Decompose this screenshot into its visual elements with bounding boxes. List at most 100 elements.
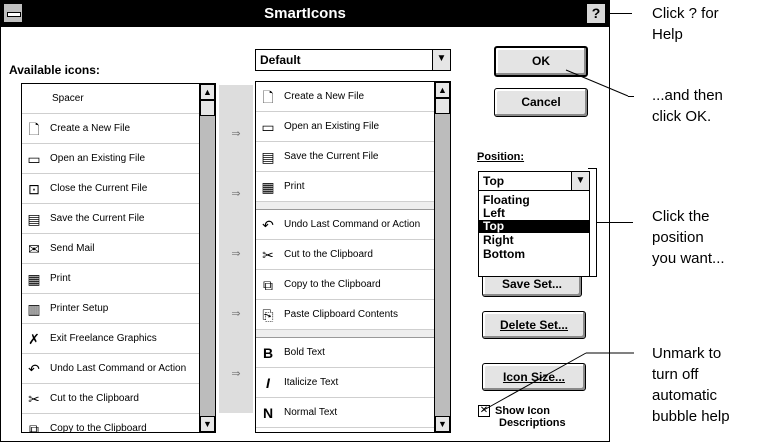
list-separator bbox=[256, 202, 450, 210]
delete-set-button[interactable]: Delete Set... bbox=[482, 311, 586, 339]
list-item[interactable]: I Italicize Text bbox=[256, 368, 450, 398]
scroll-thumb[interactable] bbox=[435, 98, 450, 114]
printer-icon: ▦ bbox=[27, 271, 41, 287]
scissors-icon: ✂ bbox=[28, 391, 40, 407]
annotation-help-line1: Click ? for bbox=[652, 5, 719, 22]
list-item-label: Spacer bbox=[52, 93, 84, 104]
drag-arrows-column: ⇒ ⇒ ⇒ ⇒ ⇒ bbox=[219, 85, 253, 413]
list-item-label: Print bbox=[50, 273, 71, 284]
new-file-icon: 🗋 bbox=[262, 89, 274, 105]
list-item-label: Exit Freelance Graphics bbox=[50, 333, 157, 344]
list-item-label: Create a New File bbox=[284, 91, 365, 102]
icon-set-dropdown[interactable]: Default ▼ bbox=[255, 49, 451, 71]
list-item[interactable]: Spacer bbox=[22, 84, 215, 114]
list-item[interactable]: ✗ Exit Freelance Graphics bbox=[22, 324, 215, 354]
annotation-help-line2: Help bbox=[652, 26, 683, 43]
position-option-bottom[interactable]: Bottom bbox=[483, 248, 583, 261]
list-item[interactable]: N Normal Text bbox=[256, 398, 450, 428]
arrow-right-icon: ⇒ bbox=[231, 188, 241, 200]
available-icons-list[interactable]: Spacer 🗋 Create a New File ▭ Open an Exi… bbox=[21, 83, 216, 433]
annotation-help: Click ? for Help bbox=[652, 3, 719, 45]
list-item[interactable]: ✂ Cut to the Clipboard bbox=[256, 240, 450, 270]
scroll-up-arrow-icon[interactable]: ▲ bbox=[435, 82, 450, 98]
callout-line-position bbox=[597, 222, 633, 223]
scroll-down-arrow-icon[interactable]: ▼ bbox=[200, 416, 215, 432]
list-item-label: Bold Text bbox=[284, 347, 325, 358]
list-separator bbox=[256, 330, 450, 338]
mail-icon: ✉ bbox=[28, 241, 40, 257]
current-set-scrollbar[interactable]: ▲ ▼ bbox=[434, 82, 450, 432]
list-item[interactable]: ✉ Send Mail bbox=[22, 234, 215, 264]
list-item-label: Copy to the Clipboard bbox=[284, 279, 381, 290]
available-icons-label: Available icons: bbox=[9, 63, 100, 77]
available-scrollbar[interactable]: ▲ ▼ bbox=[199, 84, 215, 432]
annotation-position-line2: position bbox=[652, 229, 704, 246]
list-item-label: Open an Existing File bbox=[284, 121, 380, 132]
list-item[interactable]: ▤ Save the Current File bbox=[22, 204, 215, 234]
position-dropdown[interactable]: Top ▼ bbox=[478, 171, 590, 191]
paste-icon: ⎘ bbox=[262, 307, 274, 323]
list-item-label: Printer Setup bbox=[50, 303, 109, 314]
printer-setup-icon: ▥ bbox=[27, 301, 41, 317]
list-item-label: Close the Current File bbox=[50, 183, 148, 194]
list-item[interactable]: ▭ Open an Existing File bbox=[22, 144, 215, 174]
list-item[interactable]: B Bold Text bbox=[256, 338, 450, 368]
chevron-down-icon[interactable]: ▼ bbox=[432, 50, 450, 70]
scissors-icon: ✂ bbox=[262, 247, 274, 263]
copy-icon: ⧉ bbox=[263, 277, 273, 293]
list-item[interactable]: ▭ Open an Existing File bbox=[256, 112, 450, 142]
list-item[interactable]: ▦ Print bbox=[22, 264, 215, 294]
callout-line-unmark bbox=[481, 352, 634, 412]
arrow-right-icon: ⇒ bbox=[231, 248, 241, 260]
save-icon: ▤ bbox=[27, 211, 41, 227]
annotation-unmark-line4: bubble help bbox=[652, 408, 730, 425]
list-item-label: Cut to the Clipboard bbox=[284, 249, 373, 260]
annotation-ok: ...and then click OK. bbox=[652, 85, 723, 127]
list-item-label: Undo Last Command or Action bbox=[50, 363, 187, 374]
title-bar: SmartIcons ? bbox=[1, 1, 609, 27]
position-options-list[interactable]: Floating Left Top Right Bottom bbox=[478, 190, 590, 277]
undo-icon: ↶ bbox=[262, 217, 274, 233]
list-item-label: Save the Current File bbox=[284, 151, 379, 162]
list-item[interactable]: ↶ Undo Last Command or Action bbox=[256, 210, 450, 240]
window-title: SmartIcons bbox=[264, 5, 346, 22]
chevron-down-icon[interactable]: ▼ bbox=[571, 172, 589, 190]
annotation-unmark: Unmark to turn off automatic bubble help bbox=[652, 343, 730, 427]
position-bracket-top bbox=[588, 168, 597, 169]
list-item-label: Cut to the Clipboard bbox=[50, 393, 139, 404]
scroll-thumb[interactable] bbox=[200, 100, 215, 116]
list-item[interactable]: ▥ Printer Setup bbox=[22, 294, 215, 324]
list-item[interactable]: ↶ Undo Last Command or Action bbox=[22, 354, 215, 384]
list-item[interactable]: ⎘ Paste Clipboard Contents bbox=[256, 300, 450, 330]
annotation-unmark-line3: automatic bbox=[652, 387, 718, 404]
callout-line-ok-diagonal bbox=[565, 69, 629, 97]
position-option-right[interactable]: Right bbox=[483, 234, 583, 247]
annotation-ok-line1: ...and then bbox=[652, 87, 723, 104]
open-folder-icon: ▭ bbox=[261, 119, 275, 135]
exit-icon: ✗ bbox=[28, 331, 40, 347]
list-item[interactable]: ▦ Print bbox=[256, 172, 450, 202]
close-file-icon: ⊡ bbox=[28, 181, 40, 197]
list-item[interactable]: ✂ Cut to the Clipboard bbox=[22, 384, 215, 414]
annotation-unmark-line2: turn off bbox=[652, 366, 699, 383]
help-button[interactable]: ? bbox=[586, 3, 606, 24]
new-file-icon: 🗋 bbox=[28, 121, 40, 137]
list-item[interactable]: 🗋 Create a New File bbox=[22, 114, 215, 144]
annotation-position-line3: you want... bbox=[652, 250, 725, 267]
list-item[interactable]: ⧉ Copy to the Clipboard bbox=[256, 270, 450, 300]
list-item[interactable]: 🗋 Create a New File bbox=[256, 82, 450, 112]
list-item-label: Undo Last Command or Action bbox=[284, 219, 421, 230]
undo-icon: ↶ bbox=[28, 361, 40, 377]
icon-set-value: Default bbox=[260, 53, 301, 67]
position-option-top[interactable]: Top bbox=[479, 220, 589, 233]
scroll-up-arrow-icon[interactable]: ▲ bbox=[200, 84, 215, 100]
list-item[interactable]: ⧉ Copy to the Clipboard bbox=[22, 414, 215, 433]
arrow-right-icon: ⇒ bbox=[231, 368, 241, 380]
current-set-list[interactable]: 🗋 Create a New File ▭ Open an Existing F… bbox=[255, 81, 451, 433]
list-item[interactable]: ⊡ Close the Current File bbox=[22, 174, 215, 204]
scroll-down-arrow-icon[interactable]: ▼ bbox=[435, 416, 450, 432]
list-item[interactable]: ▤ Save the Current File bbox=[256, 142, 450, 172]
list-item-label: Italicize Text bbox=[284, 377, 339, 388]
list-item-label: Copy to the Clipboard bbox=[50, 423, 147, 433]
list-item-label: Print bbox=[284, 181, 305, 192]
